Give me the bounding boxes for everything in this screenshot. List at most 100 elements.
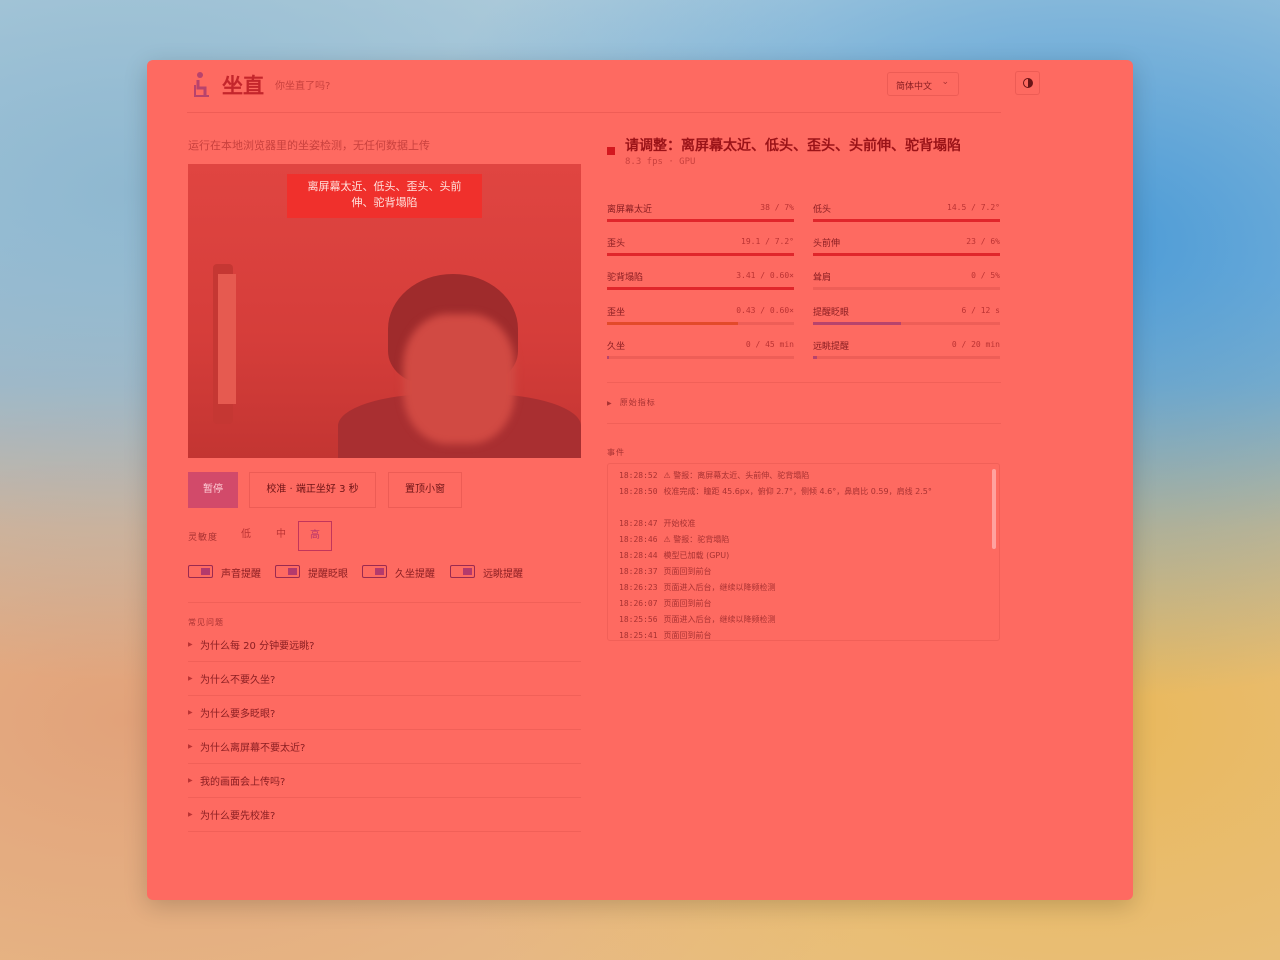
metric-value: 19.1 / 7.2°: [741, 237, 794, 246]
triangle-right-icon: ▶: [188, 641, 193, 648]
faq-item[interactable]: ▶ 为什么不要久坐?: [188, 662, 581, 696]
faq-question: 为什么不要久坐?: [200, 675, 276, 686]
event-time: 18:28:44: [619, 551, 658, 560]
camera-preview: 离屏幕太近、低头、歪头、头前伸、驼背塌陷: [188, 164, 581, 458]
metric-label: 耸肩: [813, 273, 832, 283]
metric-label: 久坐: [607, 342, 626, 352]
metric-value: 14.5 / 7.2°: [947, 203, 1000, 212]
faq-item[interactable]: ▶ 我的画面会上传吗?: [188, 764, 581, 798]
metric-fill: [607, 322, 738, 325]
event-entry: 18:28:46 ⚠ 警报：驼背塌陷: [619, 532, 974, 548]
metric-track: [607, 219, 794, 222]
event-text: 页面回到前台: [663, 631, 712, 640]
toggle-switch[interactable]: [275, 565, 300, 578]
event-time: 18:28:50: [619, 487, 658, 496]
camera-alert-banner: 离屏幕太近、低头、歪头、头前伸、驼背塌陷: [287, 174, 482, 218]
faq-question: 为什么离屏幕不要太近?: [200, 743, 306, 754]
calibrate-button[interactable]: 校准 · 端正坐好 3 秒: [249, 472, 376, 508]
event-time: 18:25:56: [619, 615, 658, 624]
toggle-switch[interactable]: [450, 565, 475, 578]
event-log-scrollbar[interactable]: [992, 469, 996, 549]
sensitivity-high[interactable]: 高: [298, 521, 332, 551]
toggle-label: 久坐提醒: [395, 569, 435, 580]
metric-lean: 歪坐 0.43 / 0.60×: [607, 305, 794, 329]
sensitivity-low[interactable]: 低: [229, 521, 263, 551]
raw-metrics-divider: [607, 423, 1001, 424]
toggle-switch[interactable]: [362, 565, 387, 578]
toggle-label: 远眺提醒: [483, 569, 523, 580]
metric-track: [813, 356, 1000, 359]
metric-head-tilt: 歪头 19.1 / 7.2°: [607, 236, 794, 260]
metric-slouch: 驼背塌陷 3.41 / 0.60×: [607, 270, 794, 294]
faq-question: 我的画面会上传吗?: [200, 777, 286, 788]
metric-fill: [813, 322, 901, 325]
metric-fill: [607, 356, 609, 359]
event-time: 18:28:47: [619, 519, 658, 528]
app-window: 坐直 你坐直了吗? 简体中文 ⌄ 运行在本地浏览器里的坐姿检测，无任何数据上传 …: [147, 60, 1133, 900]
faq-item[interactable]: ▶ 为什么要先校准?: [188, 798, 581, 832]
event-time: 18:28:52: [619, 471, 658, 480]
sitting-person-icon: [194, 72, 209, 97]
toggle-label: 声音提醒: [221, 569, 261, 580]
event-text: 校准完成：瞳距 45.6px，俯仰 2.7°，侧倾 4.6°，鼻肩比 0.59，…: [663, 487, 932, 496]
triangle-right-icon: ▶: [188, 675, 193, 682]
pip-button[interactable]: 置顶小窗: [388, 472, 462, 508]
chevron-down-icon: ⌄: [941, 77, 949, 87]
metric-track: [607, 356, 794, 359]
metric-value: 38 / 7%: [760, 203, 794, 212]
event-text: ⚠ 警报：驼背塌陷: [663, 535, 730, 544]
events-label: 事件: [607, 448, 625, 457]
metric-track: [607, 253, 794, 256]
metric-value: 0.43 / 0.60×: [736, 306, 794, 315]
theme-toggle-button[interactable]: [1015, 71, 1040, 95]
event-text: 页面进入后台，继续以降频检测: [663, 583, 776, 592]
pause-button[interactable]: 暂停: [188, 472, 238, 508]
sensitivity-label: 灵敏度: [188, 533, 219, 543]
metric-label: 离屏幕太近: [607, 205, 653, 215]
metric-track: [607, 287, 794, 290]
app-title: 坐直: [222, 74, 264, 98]
metric-fill: [813, 356, 817, 359]
event-entry: 18:28:52 ⚠ 警报：离屏幕太近、头前伸、驼背塌陷: [619, 468, 974, 484]
app-tagline: 你坐直了吗?: [275, 81, 331, 92]
metric-value: 0 / 5%: [971, 271, 1000, 280]
event-entry: 18:25:56 页面进入后台，继续以降频检测: [619, 612, 974, 628]
event-entry: 18:25:41 页面回到前台: [619, 628, 974, 640]
event-entry: 18:28:37 页面回到前台: [619, 564, 974, 580]
toggle-switch[interactable]: [188, 565, 213, 578]
metric-sitting-duration: 久坐 0 / 45 min: [607, 339, 794, 363]
metric-fill: [607, 287, 794, 290]
language-value: 简体中文: [896, 82, 933, 92]
language-select[interactable]: 简体中文 ⌄: [887, 72, 959, 96]
faq-item[interactable]: ▶ 为什么离屏幕不要太近?: [188, 730, 581, 764]
triangle-right-icon: ▶: [188, 811, 193, 818]
faq-item[interactable]: ▶ 为什么要多眨眼?: [188, 696, 581, 730]
faq-question: 为什么要多眨眼?: [200, 709, 276, 720]
event-text: 开始校准: [663, 519, 696, 528]
faq-question: 为什么要先校准?: [200, 811, 276, 822]
metric-track: [813, 253, 1000, 256]
metric-blink: 提醒眨眼 6 / 12 s: [813, 305, 1000, 329]
metric-value: 23 / 6%: [966, 237, 1000, 246]
triangle-right-icon: ▶: [188, 743, 193, 750]
metric-value: 0 / 20 min: [951, 340, 1000, 349]
metric-track: [813, 287, 1000, 290]
metric-track: [607, 322, 794, 325]
metric-value: 3.41 / 0.60×: [736, 271, 794, 280]
metric-label: 提醒眨眼: [813, 308, 850, 318]
triangle-right-icon: ▶: [188, 709, 193, 716]
status-title: 请调整：离屏幕太近、低头、歪头、头前伸、驼背塌陷: [625, 138, 961, 154]
sensitivity-medium[interactable]: 中: [264, 521, 298, 551]
camera-person-face-blurred: [403, 314, 515, 444]
event-text: 页面进入后台，继续以降频检测: [663, 615, 776, 624]
raw-metrics-toggle[interactable]: ▶ 原始指标: [607, 397, 656, 408]
header: 坐直 你坐直了吗? 简体中文 ⌄: [187, 60, 1040, 113]
faq-item[interactable]: ▶ 为什么每 20 分钟要远眺?: [188, 628, 581, 662]
metrics-divider: [607, 382, 1001, 383]
triangle-right-icon: ▶: [607, 400, 613, 407]
metric-too-close: 离屏幕太近 38 / 7%: [607, 202, 794, 226]
event-time: 18:26:23: [619, 583, 658, 592]
event-log[interactable]: 18:28:52 ⚠ 警报：离屏幕太近、头前伸、驼背塌陷 18:28:50 校准完成…: [607, 463, 1000, 641]
event-time: 18:26:07: [619, 599, 658, 608]
event-text: ⚠ 警报：离屏幕太近、头前伸、驼背塌陷: [663, 471, 810, 480]
